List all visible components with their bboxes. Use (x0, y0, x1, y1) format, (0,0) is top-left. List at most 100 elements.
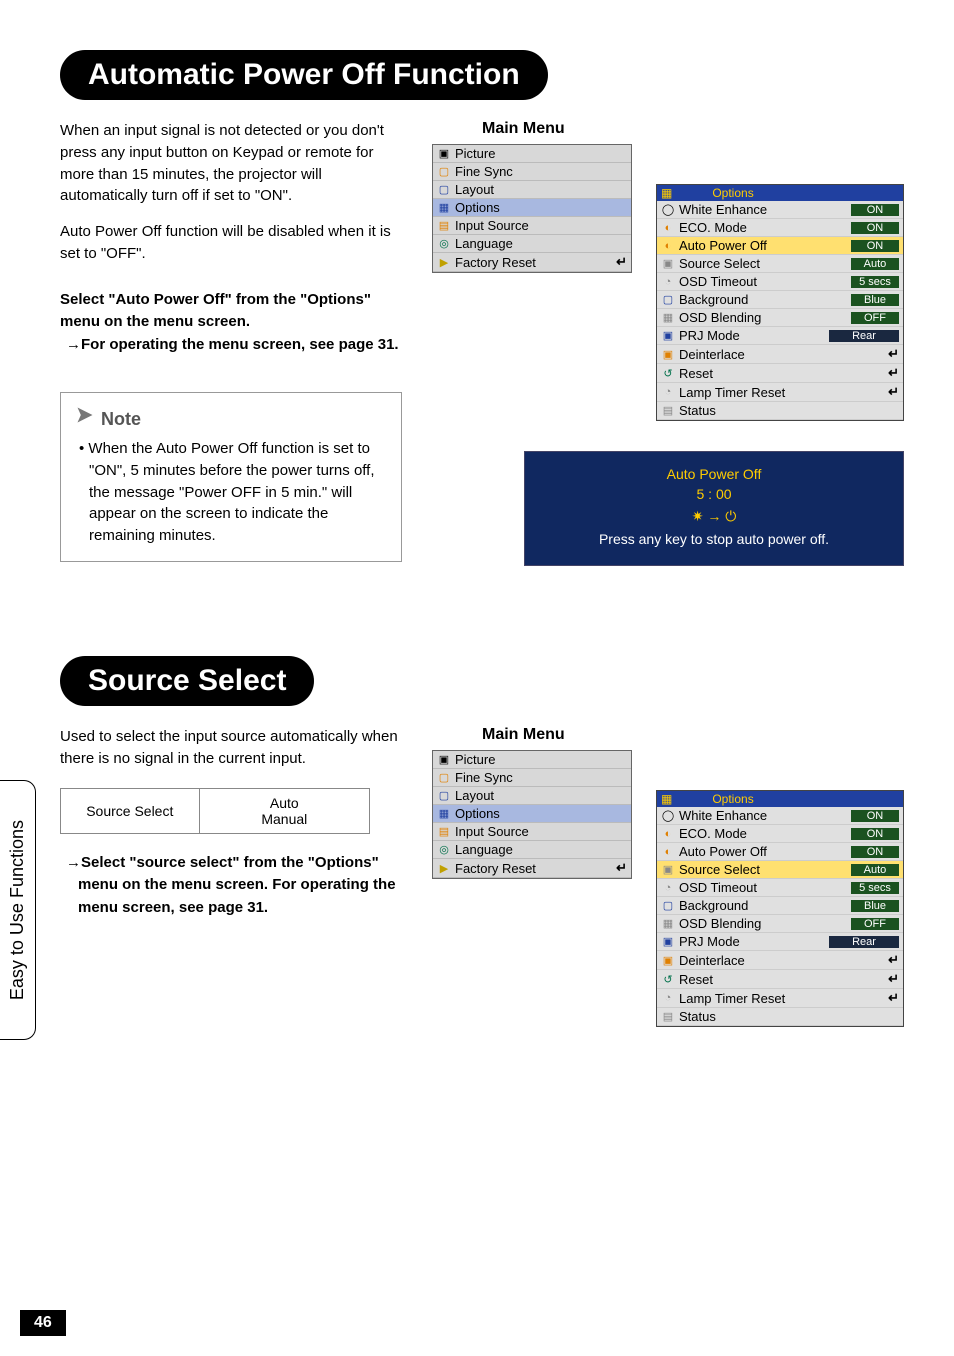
option-value: ON (851, 204, 899, 216)
menu-item-picture[interactable]: ▣Picture (433, 751, 631, 769)
s1-p1: When an input signal is not detected or … (60, 120, 402, 207)
option-icon: ◯ (661, 203, 675, 217)
menu-label: Options (455, 200, 500, 215)
enter-icon: ↵ (888, 365, 899, 381)
side-tab: Easy to Use Functions (0, 780, 36, 1040)
enter-icon: ↵ (888, 384, 899, 400)
option-white-enhance[interactable]: ◯White EnhanceON (657, 201, 903, 219)
option-label: OSD Blending (679, 310, 761, 325)
option-reset[interactable]: ↺Reset↵ (657, 970, 903, 989)
menu-icon: ▣ (437, 147, 451, 161)
menu-item-input-source[interactable]: ▤Input Source (433, 823, 631, 841)
option-reset[interactable]: ↺ Reset ↵ (657, 364, 903, 383)
options-header-label: Options (712, 186, 753, 200)
option-status[interactable]: ▤ Status (657, 402, 903, 420)
menu-item-layout[interactable]: ▢Layout (433, 787, 631, 805)
option-value: ON (851, 240, 899, 252)
menu-item-factory-reset[interactable]: ▶Factory Reset↵ (433, 253, 631, 272)
countdown-icons: ✷ → ⏻ (525, 508, 903, 525)
menu-label: Factory Reset (455, 861, 536, 876)
options-header-icon: ▦ (661, 792, 672, 806)
option-auto-power-off[interactable]: ◐Auto Power OffON (657, 843, 903, 861)
section2-title: Source Select (60, 656, 314, 706)
menu-icon: ▶ (437, 255, 451, 269)
menu-item-fine-sync[interactable]: ▢Fine Sync (433, 163, 631, 181)
page-number: 46 (20, 1310, 66, 1336)
option-status[interactable]: ▤Status (657, 1008, 903, 1026)
option-value: Rear (829, 330, 899, 342)
main-menu-label-2: Main Menu (482, 726, 904, 744)
option-icon: ▣ (661, 863, 675, 877)
option-osd-timeout[interactable]: ◔OSD Timeout5 secs (657, 273, 903, 291)
option-label: Lamp Timer Reset (679, 385, 785, 400)
option-label: White Enhance (679, 808, 767, 823)
menu-item-fine-sync[interactable]: ▢Fine Sync (433, 769, 631, 787)
menu-label: Picture (455, 146, 495, 161)
menu-item-options[interactable]: ▦Options (433, 199, 631, 217)
option-icon: ◔ (661, 991, 675, 1005)
note-icon (75, 405, 95, 432)
option-label: PRJ Mode (679, 934, 740, 949)
option-label: OSD Timeout (679, 274, 757, 289)
option-label: Background (679, 898, 748, 913)
option-icon: ◐ (661, 239, 675, 253)
option-white-enhance[interactable]: ◯ White Enhance ON (657, 807, 903, 825)
option-label: Source Select (679, 256, 760, 271)
option-prj-mode[interactable]: ▣PRJ ModeRear (657, 327, 903, 345)
menu-item-options[interactable]: ▦Options (433, 805, 631, 823)
side-tab-label: Easy to Use Functions (7, 820, 28, 1000)
enter-icon: ↵ (888, 971, 899, 987)
option-icon: ↺ (661, 366, 675, 380)
option-background[interactable]: ▢BackgroundBlue (657, 897, 903, 915)
option-osd-timeout[interactable]: ◔OSD Timeout5 secs (657, 879, 903, 897)
option-label: Reset (679, 366, 713, 381)
option-icon: ◐ (661, 221, 675, 235)
option-icon: ◐ (661, 827, 675, 841)
menu-item-input-source[interactable]: ▤Input Source (433, 217, 631, 235)
option-value: Blue (851, 294, 899, 306)
option-value: Rear (829, 936, 899, 948)
option-value: OFF (851, 918, 899, 930)
option-icon: ◯ (661, 809, 675, 823)
option-prj-mode[interactable]: ▣PRJ ModeRear (657, 933, 903, 951)
option-auto-power-off[interactable]: ◐Auto Power OffON (657, 237, 903, 255)
note-body: • When the Auto Power Off function is se… (75, 438, 387, 547)
source-table-left: Source Select (61, 789, 200, 833)
option-label: ECO. Mode (679, 826, 747, 841)
menu-item-picture[interactable]: ▣ Picture (433, 145, 631, 163)
option-icon: ▣ (661, 347, 675, 361)
source-table-r2: Manual (261, 811, 307, 827)
option-eco-mode[interactable]: ◐ECO. ModeON (657, 825, 903, 843)
enter-icon: ↵ (888, 346, 899, 362)
option-label: Status (679, 403, 716, 418)
menu-item-language[interactable]: ◎Language (433, 841, 631, 859)
option-source-select[interactable]: ▣Source SelectAuto (657, 255, 903, 273)
option-deinterlace[interactable]: ▣Deinterlace↵ (657, 951, 903, 970)
menu-item-language[interactable]: ◎Language (433, 235, 631, 253)
option-background[interactable]: ▢BackgroundBlue (657, 291, 903, 309)
menu-label: Factory Reset (455, 255, 536, 270)
option-osd-blending[interactable]: ▦OSD BlendingOFF (657, 915, 903, 933)
option-icon: ▤ (661, 404, 675, 418)
menu-item-layout[interactable]: ▢Layout (433, 181, 631, 199)
s2-p1: Used to select the input source automati… (60, 726, 402, 770)
options-header: ▦Options (657, 185, 903, 201)
option-eco-mode[interactable]: ◐ECO. ModeON (657, 219, 903, 237)
option-icon: ▦ (661, 311, 675, 325)
option-lamp-timer-reset[interactable]: ◔Lamp Timer Reset↵ (657, 383, 903, 402)
enter-icon: ↵ (888, 990, 899, 1006)
option-icon: ▤ (661, 1010, 675, 1024)
menu-item-factory-reset[interactable]: ▶Factory Reset↵ (433, 859, 631, 878)
option-value: ON (851, 810, 899, 822)
option-label: ECO. Mode (679, 220, 747, 235)
menu-label: Input Source (455, 218, 529, 233)
option-source-select[interactable]: ▣Source SelectAuto (657, 861, 903, 879)
option-deinterlace[interactable]: ▣Deinterlace↵ (657, 345, 903, 364)
menu-icon: ▢ (437, 771, 451, 785)
option-value: Blue (851, 900, 899, 912)
option-value: Auto (851, 864, 899, 876)
option-lamp-timer-reset[interactable]: ◔Lamp Timer Reset↵ (657, 989, 903, 1008)
option-osd-blending[interactable]: ▦OSD BlendingOFF (657, 309, 903, 327)
menu-label: Language (455, 842, 513, 857)
main-menu-panel-2: ▣Picture▢Fine Sync▢Layout▦Options▤Input … (432, 750, 632, 879)
